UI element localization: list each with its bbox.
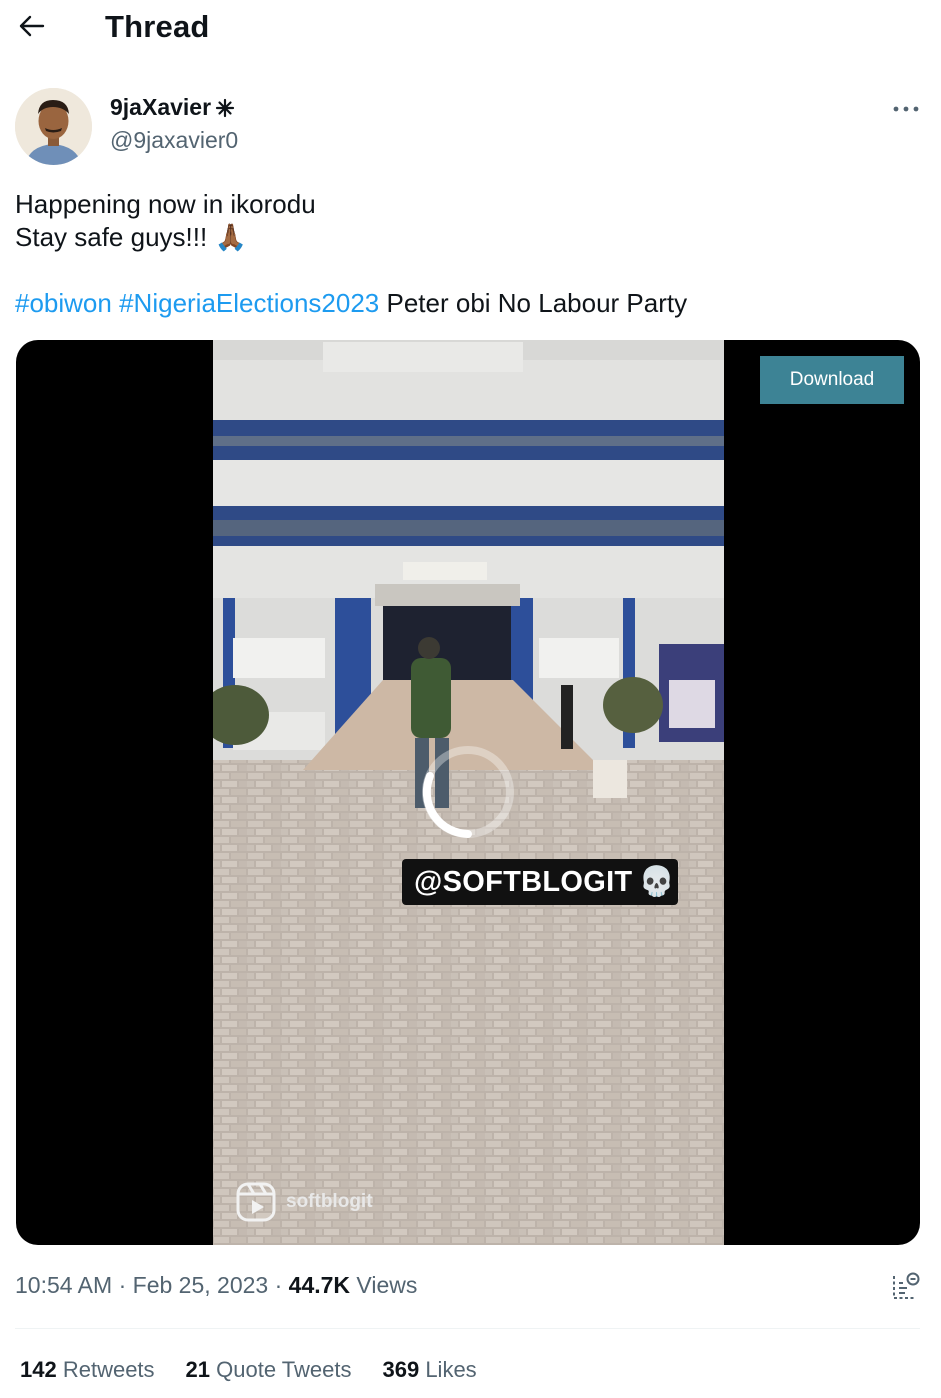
loading-spinner-icon [422,746,514,838]
likes-label: Likes [419,1357,477,1382]
likes-stat[interactable]: 369 Likes [382,1357,476,1383]
more-options-button[interactable] [886,94,926,124]
skull-emoji: 💀 [638,866,675,898]
reels-label: softblogit [286,1191,373,1212]
meta-separator: · [112,1272,133,1298]
author-handle[interactable]: @9jaxavier0 [110,127,238,154]
video-watermark: @SOFTBLOGIT 💀 [402,859,678,905]
tweet-meta: 10:54 AM · Feb 25, 2023 · 44.7K Views [15,1272,417,1299]
retweets-stat[interactable]: 142 Retweets [20,1357,155,1383]
quotes-label: Quote Tweets [210,1357,352,1382]
retweets-count: 142 [20,1357,57,1382]
retweets-label: Retweets [56,1357,155,1382]
reels-badge: softblogit [236,1182,373,1222]
meta-separator-2: · [268,1272,289,1298]
tweet-text: Happening now in ikorodu Stay safe guys!… [15,188,915,320]
user-avatar [15,88,92,165]
views-label: Views [350,1272,418,1298]
analytics-icon [893,1272,920,1299]
likes-count: 369 [382,1357,420,1382]
hashtag-nigeria-elections[interactable]: #NigeriaElections2023 [119,288,379,318]
praying-hands-emoji: 🙏🏾 [214,222,247,252]
quote-tweets-stat[interactable]: 21 Quote Tweets [186,1357,352,1383]
sparkle-badge-icon [215,98,235,117]
tweet-line-1: Happening now in ikorodu [15,189,316,219]
engagement-stats: 142 Retweets 21 Quote Tweets 369 Likes [20,1357,477,1383]
watermark-text: @SOFTBLOGIT [414,865,633,898]
arrow-left-icon [19,15,45,37]
tweet-line-2-text: Stay safe guys!!! [15,222,208,252]
avatar[interactable] [15,88,92,165]
divider [15,1328,920,1329]
display-name-text: 9jaXavier [110,94,212,120]
more-dots-icon [893,106,919,112]
tweet-date[interactable]: Feb 25, 2023 [133,1272,269,1298]
analytics-button[interactable] [888,1268,924,1304]
author-display-name[interactable]: 9jaXavier [110,94,235,121]
quotes-count: 21 [185,1357,211,1382]
page-title: Thread [105,9,210,44]
thread-header: Thread [0,0,941,56]
video-player[interactable]: Download @SOFTBLOGIT 💀 softblogit [16,340,920,1245]
download-button[interactable]: Download [760,356,904,404]
reels-icon [236,1182,276,1222]
views-count: 44.7K [288,1272,351,1298]
hashtag-obiwon[interactable]: #obiwon [15,288,112,318]
tweet-line-3: #obiwon #NigeriaElections2023 Peter obi … [15,287,915,320]
back-button[interactable] [14,8,50,44]
tweet-line-2: Stay safe guys!!! 🙏🏾 [15,221,915,254]
tweet-time[interactable]: 10:54 AM [15,1272,112,1298]
tweet-line-3-text: Peter obi No Labour Party [379,288,688,318]
